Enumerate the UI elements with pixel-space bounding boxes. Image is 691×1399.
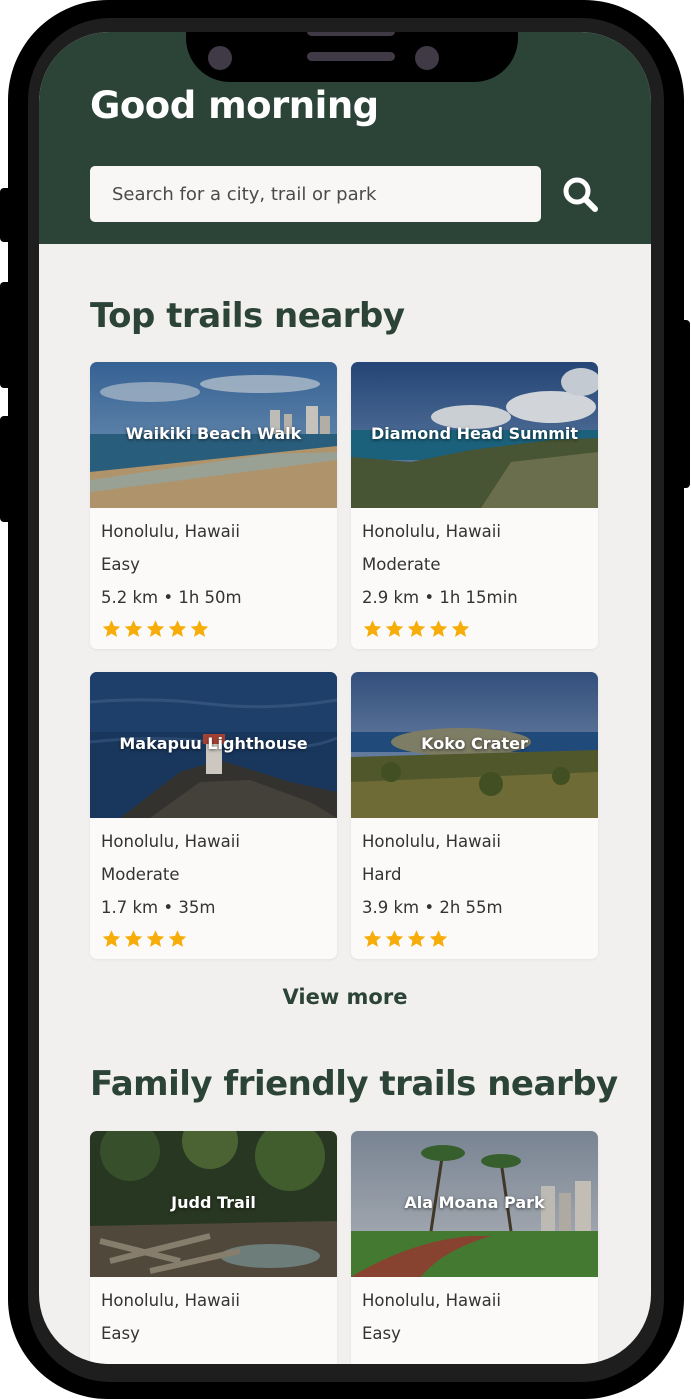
trail-photo-beach: Waikiki Beach Walk xyxy=(90,362,337,508)
star-icon xyxy=(190,620,209,637)
trail-name: Ala Moana Park xyxy=(404,1193,545,1212)
star-icon xyxy=(124,620,143,637)
trail-location: Honolulu, Hawaii xyxy=(362,832,501,851)
trail-card-koko-crater[interactable]: Koko Crater Honolulu, Hawaii Hard 3.9 km… xyxy=(351,672,598,959)
greeting-title: Good morning xyxy=(90,84,379,127)
earpiece-speaker xyxy=(307,32,395,36)
trail-difficulty: Easy xyxy=(101,1324,140,1343)
trail-location: Honolulu, Hawaii xyxy=(362,1291,501,1310)
star-icon xyxy=(407,930,426,947)
trail-name: Diamond Head Summit xyxy=(370,424,579,443)
trail-photo-lighthouse: Makapuu Lighthouse xyxy=(90,672,337,818)
search-button[interactable] xyxy=(562,176,600,214)
view-more-link[interactable]: View more xyxy=(39,985,651,1009)
trail-location: Honolulu, Hawaii xyxy=(362,522,501,541)
star-icon xyxy=(146,930,165,947)
search-box[interactable] xyxy=(90,166,541,222)
trail-card-judd[interactable]: Judd Trail Honolulu, Hawaii Easy xyxy=(90,1131,337,1364)
earpiece-speaker-lower xyxy=(307,52,395,61)
top-trails-heading: Top trails nearby xyxy=(90,296,405,336)
star-icon xyxy=(429,930,448,947)
front-camera xyxy=(208,46,232,70)
trail-difficulty: Moderate xyxy=(362,555,441,574)
star-rating xyxy=(101,619,210,639)
star-icon xyxy=(385,930,404,947)
star-icon xyxy=(429,620,448,637)
star-icon xyxy=(102,930,121,947)
trail-name: Koko Crater xyxy=(421,734,528,753)
star-icon xyxy=(124,930,143,947)
trail-stats: 1.7 km • 35m xyxy=(101,898,216,917)
magnifier-icon xyxy=(563,177,598,212)
trail-location: Honolulu, Hawaii xyxy=(101,832,240,851)
family-trails-heading: Family friendly trails nearby xyxy=(90,1064,618,1104)
star-icon xyxy=(102,620,121,637)
trail-location: Honolulu, Hawaii xyxy=(101,522,240,541)
trail-photo-forest-stream: Judd Trail xyxy=(90,1131,337,1277)
trail-difficulty: Easy xyxy=(101,555,140,574)
trail-name: Judd Trail xyxy=(171,1193,256,1212)
search-input[interactable] xyxy=(112,183,519,205)
trail-name: Makapuu Lighthouse xyxy=(119,734,308,753)
trail-difficulty: Hard xyxy=(362,865,402,884)
trail-card-makapuu[interactable]: Makapuu Lighthouse Honolulu, Hawaii Mode… xyxy=(90,672,337,959)
trail-card-waikiki[interactable]: Waikiki Beach Walk Honolulu, Hawaii Easy… xyxy=(90,362,337,649)
star-icon xyxy=(146,620,165,637)
trail-stats: 2.9 km • 1h 15min xyxy=(362,588,518,607)
star-icon xyxy=(168,930,187,947)
trail-stats: 3.9 km • 2h 55m xyxy=(362,898,503,917)
star-icon xyxy=(407,620,426,637)
trail-card-diamond-head[interactable]: Diamond Head Summit Honolulu, Hawaii Mod… xyxy=(351,362,598,649)
trail-card-ala-moana[interactable]: Ala Moana Park Honolulu, Hawaii Easy xyxy=(351,1131,598,1364)
trail-stats: 5.2 km • 1h 50m xyxy=(101,588,242,607)
star-icon xyxy=(363,620,382,637)
trail-difficulty: Moderate xyxy=(101,865,180,884)
star-rating xyxy=(101,929,188,949)
star-icon xyxy=(451,620,470,637)
star-icon xyxy=(168,620,187,637)
app-screen: Good morning Top trails nearby xyxy=(39,32,651,1364)
trail-location: Honolulu, Hawaii xyxy=(101,1291,240,1310)
star-icon xyxy=(363,930,382,947)
trail-photo-crater: Koko Crater xyxy=(351,672,598,818)
trail-name: Waikiki Beach Walk xyxy=(125,424,302,443)
face-sensor xyxy=(415,46,439,70)
phone-frame: Good morning Top trails nearby xyxy=(8,0,684,1399)
trail-photo-coast: Diamond Head Summit xyxy=(351,362,598,508)
trail-photo-park: Ala Moana Park xyxy=(351,1131,598,1277)
star-icon xyxy=(385,620,404,637)
phone-notch xyxy=(186,32,518,82)
trail-difficulty: Easy xyxy=(362,1324,401,1343)
star-rating xyxy=(362,619,471,639)
star-rating xyxy=(362,929,449,949)
